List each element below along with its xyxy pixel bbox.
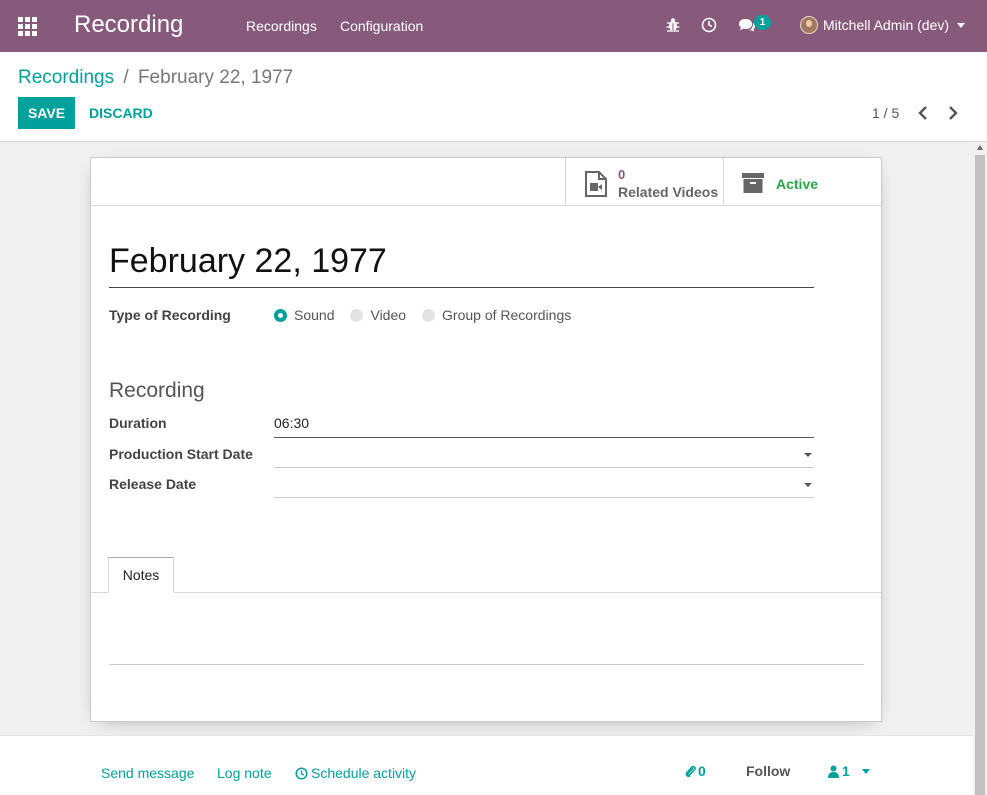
archive-box-icon [742, 173, 764, 196]
radio-label-sound: Sound [294, 307, 335, 323]
radio-option-sound[interactable]: Sound [274, 307, 334, 323]
tabs-divider [91, 592, 881, 593]
app-title[interactable]: Recording [74, 11, 183, 39]
notes-editor[interactable] [109, 610, 864, 665]
form-sheet: 0 Related Videos Active February 22, 197… [90, 157, 882, 722]
user-name: Mitchell Admin (dev) [823, 17, 950, 33]
production-start-date-input[interactable] [274, 439, 814, 468]
attachments-button[interactable]: 0 [684, 763, 706, 779]
log-note-button[interactable]: Log note [217, 765, 272, 781]
chatter-bar: Send message Log note Schedule activity … [0, 735, 973, 795]
type-of-recording-radio-group: Sound Video Group of Recordings [274, 307, 587, 323]
pager-previous-icon[interactable] [917, 104, 931, 122]
vertical-scrollbar[interactable] [973, 143, 987, 795]
recording-title-field[interactable]: February 22, 1977 [109, 240, 814, 288]
follow-button[interactable]: Follow [746, 763, 790, 779]
radio-unchecked-icon [422, 308, 436, 322]
user-avatar [800, 16, 818, 34]
active-toggle-button[interactable]: Active [723, 158, 881, 206]
breadcrumb-current: February 22, 1977 [137, 67, 294, 88]
chevron-down-icon [957, 22, 966, 28]
related-videos-count: 0 [618, 167, 626, 182]
video-file-icon [585, 171, 607, 200]
related-videos-label: Related Videos [618, 184, 719, 200]
pager-value[interactable]: 1 / 5 [872, 105, 899, 121]
schedule-activity-label: Schedule activity [311, 765, 417, 781]
radio-option-video[interactable]: Video [350, 307, 406, 323]
breadcrumb-parent-link[interactable]: Recordings [18, 67, 114, 88]
dropdown-caret-icon[interactable] [804, 483, 812, 487]
breadcrumb-separator: / [123, 67, 129, 88]
radio-label-group: Group of Recordings [442, 307, 572, 323]
radio-option-group[interactable]: Group of Recordings [422, 307, 571, 323]
scroll-thumb[interactable] [975, 155, 985, 795]
apps-menu-icon[interactable] [18, 17, 37, 36]
radio-checked-icon [274, 308, 287, 322]
release-date-input[interactable] [274, 469, 814, 498]
schedule-activity-button[interactable]: Schedule activity [295, 765, 416, 781]
dropdown-caret-icon[interactable] [804, 453, 812, 457]
activity-clock-icon[interactable] [701, 17, 717, 36]
tab-notes[interactable]: Notes [108, 557, 174, 593]
attachments-count: 0 [698, 763, 706, 779]
send-message-button[interactable]: Send message [101, 765, 194, 781]
production-start-date-label: Production Start Date [109, 446, 253, 462]
followers-count: 1 [842, 763, 850, 779]
messages-count-badge: 1 [754, 15, 771, 30]
duration-label: Duration [109, 415, 167, 431]
debug-bug-icon[interactable] [666, 17, 680, 36]
pager-next-icon[interactable] [947, 104, 961, 122]
followers-button[interactable]: 1 [828, 763, 870, 779]
save-button[interactable]: SAVE [18, 97, 75, 129]
recording-section-title: Recording [109, 379, 205, 402]
top-navbar: Recording Recordings Configuration 1 Mit… [0, 0, 987, 52]
user-icon [828, 765, 839, 778]
duration-input[interactable]: 06:30 [274, 409, 814, 438]
clock-icon [295, 766, 308, 780]
scroll-up-arrow-icon[interactable] [977, 145, 983, 150]
user-menu[interactable]: Mitchell Admin (dev) [800, 16, 966, 34]
release-date-label: Release Date [109, 476, 197, 492]
radio-unchecked-icon [350, 308, 364, 322]
active-status-label: Active [776, 176, 819, 192]
button-box: 0 Related Videos Active [91, 158, 881, 206]
discard-button[interactable]: DISCARD [89, 97, 153, 129]
control-panel: Recordings / February 22, 1977 SAVE DISC… [0, 52, 987, 142]
breadcrumb: Recordings / February 22, 1977 [18, 67, 293, 89]
paperclip-icon [684, 764, 696, 778]
type-of-recording-label: Type of Recording [109, 307, 231, 323]
radio-label-video: Video [370, 307, 407, 323]
chevron-down-icon [861, 768, 870, 774]
menu-recordings[interactable]: Recordings [246, 18, 317, 34]
related-videos-button[interactable]: 0 Related Videos [565, 158, 723, 206]
menu-configuration[interactable]: Configuration [340, 18, 423, 34]
